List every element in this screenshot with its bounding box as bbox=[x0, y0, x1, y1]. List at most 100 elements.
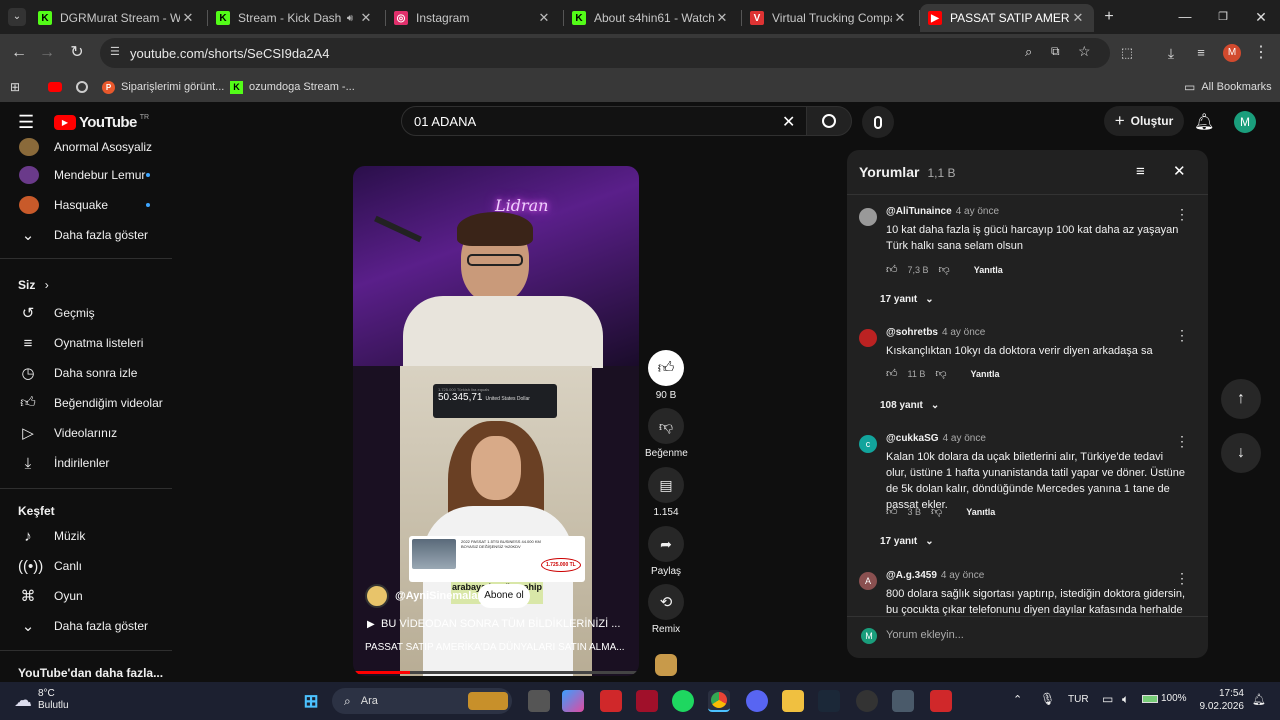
copilot-icon[interactable] bbox=[562, 690, 584, 712]
guide-menu-icon[interactable]: ☰ bbox=[18, 112, 34, 133]
forward-button[interactable]: → bbox=[36, 42, 58, 64]
dislike-comment-icon[interactable]: 👎︎ bbox=[939, 263, 950, 276]
maximize-button[interactable]: ❐ bbox=[1214, 8, 1232, 26]
sound-avatar[interactable] bbox=[655, 654, 677, 676]
commenter-avatar[interactable]: A bbox=[859, 572, 877, 590]
close-tab-icon[interactable]: ✕ bbox=[892, 10, 908, 26]
comment-author[interactable]: @sohretbs 4 ay önce bbox=[886, 327, 985, 338]
extensions-icon[interactable]: ⬚ bbox=[1116, 42, 1138, 64]
video-title[interactable]: PASSAT SATIP AMERİKA'DA DÜNYALARI SATIN … bbox=[365, 642, 625, 653]
search-input[interactable]: 01 ADANA ✕ bbox=[401, 106, 811, 136]
notifications-bell-icon[interactable]: 🔔︎ bbox=[1194, 112, 1214, 132]
you-section-heading[interactable]: Siz › bbox=[18, 278, 49, 292]
show-more-subscriptions[interactable]: ⌄ Daha fazla göster bbox=[0, 220, 172, 250]
reply-button[interactable]: Yanıtla bbox=[971, 369, 1000, 379]
media-control-icon[interactable]: ≡ bbox=[1190, 42, 1212, 64]
sidebar-item-watch-later[interactable]: ◷ Daha sonra izle bbox=[0, 358, 172, 388]
bookmark-star-icon[interactable]: ☆ bbox=[1078, 43, 1091, 60]
browser-tab[interactable]: K Stream - Kick Dashboa🔊︎✕ bbox=[208, 4, 382, 32]
task-view-icon[interactable] bbox=[528, 690, 550, 712]
reload-button[interactable]: ↻ bbox=[66, 42, 88, 64]
profile-avatar[interactable]: M bbox=[1223, 44, 1241, 62]
comment-menu-icon[interactable]: ⋮ bbox=[1175, 206, 1189, 223]
site-info-icon[interactable]: ☰ bbox=[110, 45, 120, 58]
comment-author[interactable]: @A.g.3459 4 ay önce bbox=[886, 570, 984, 581]
obs-icon[interactable] bbox=[856, 690, 878, 712]
channel-handle[interactable]: @AyniSinemalar bbox=[395, 590, 482, 602]
chrome-icon[interactable] bbox=[708, 690, 730, 712]
file-explorer-icon[interactable] bbox=[782, 690, 804, 712]
close-tab-icon[interactable]: ✕ bbox=[714, 10, 730, 26]
start-icon[interactable]: ⊞ bbox=[300, 690, 322, 712]
url-field[interactable]: ☰ youtube.com/shorts/SeCSI9da2A4 ⌕ ⧉ ☆ bbox=[100, 38, 1110, 68]
reply-button[interactable]: Yanıtla bbox=[974, 265, 1003, 275]
voice-search-button[interactable] bbox=[862, 106, 894, 138]
app-icon-red[interactable] bbox=[600, 690, 622, 712]
show-more-explore[interactable]: ⌄ Daha fazla göster bbox=[0, 611, 172, 641]
weather-widget[interactable]: ☁ 8°C Bulutlu bbox=[14, 688, 69, 712]
browser-tab[interactable]: K About s4hin61 - Watch Liv✕ bbox=[564, 4, 738, 32]
app-icon-vpn[interactable] bbox=[636, 690, 658, 712]
search-button[interactable] bbox=[806, 106, 852, 136]
microphone-icon[interactable]: 🎙︎ bbox=[1040, 692, 1055, 706]
clear-search-icon[interactable]: ✕ bbox=[782, 112, 795, 132]
close-tab-icon[interactable]: ✕ bbox=[358, 10, 374, 26]
sidebar-item-history[interactable]: ↺ Geçmiş bbox=[0, 298, 172, 328]
commenter-avatar[interactable] bbox=[859, 208, 877, 226]
sidebar-item-downloads[interactable]: ⤓ İndirilenler bbox=[0, 448, 172, 478]
discord-icon[interactable] bbox=[746, 690, 768, 712]
browser-tab[interactable]: ▶ PASSAT SATIP AMERİK ✕ bbox=[920, 4, 1094, 32]
video-description[interactable]: BU VİDEODAN SONRA TÜM BİLDİKLERİNİZİ ... bbox=[381, 618, 620, 630]
close-window-button[interactable]: ✕ bbox=[1252, 8, 1270, 26]
browser-tab[interactable]: ◎ Instagram ✕ bbox=[386, 4, 560, 32]
youtube-logo[interactable]: ▶ YouTube TR bbox=[54, 114, 149, 131]
audio-playing-icon[interactable]: 🔊︎ bbox=[342, 13, 358, 24]
dislike-comment-icon[interactable]: 👎︎ bbox=[935, 367, 946, 380]
view-replies-button[interactable]: 17 yanıt ⌄ bbox=[880, 294, 934, 305]
youtube-bookmark-icon[interactable] bbox=[48, 78, 62, 96]
language-indicator[interactable]: TUR bbox=[1068, 694, 1089, 705]
sidebar-item-gaming[interactable]: ⌘ Oyun bbox=[0, 581, 172, 611]
like-comment-icon[interactable]: 👍︎ bbox=[886, 505, 898, 518]
bookmark-ozumdoga[interactable]: K ozumdoga Stream -... bbox=[230, 78, 355, 96]
minimize-button[interactable]: — bbox=[1176, 8, 1194, 26]
browser-menu-icon[interactable]: ⋮ bbox=[1250, 42, 1272, 64]
shorts-video-player[interactable]: Lidran 1.725.000 Türkish lira equals 50.… bbox=[353, 166, 639, 676]
spotify-icon[interactable] bbox=[672, 690, 694, 712]
chrome-bookmark-icon[interactable] bbox=[76, 78, 88, 96]
close-tab-icon[interactable]: ✕ bbox=[180, 10, 196, 26]
view-replies-button[interactable]: 108 yanıt ⌄ bbox=[880, 400, 939, 411]
like-comment-icon[interactable]: 👍︎ bbox=[886, 367, 898, 380]
channel-avatar[interactable] bbox=[365, 584, 389, 608]
subscription-item[interactable]: Hasquake bbox=[0, 190, 172, 220]
like-button[interactable]: 👍︎ 90 B bbox=[645, 350, 687, 401]
comment-menu-icon[interactable]: ⋮ bbox=[1175, 433, 1189, 450]
sidebar-item-music[interactable]: ♪ Müzik bbox=[0, 521, 172, 551]
remix-button[interactable]: ⟲ Remix bbox=[645, 584, 687, 635]
sidebar-item-live[interactable]: ((•)) Canlı bbox=[0, 551, 172, 581]
previous-short-button[interactable]: ↑ bbox=[1221, 379, 1261, 419]
account-avatar[interactable]: M bbox=[1234, 111, 1256, 133]
view-replies-button[interactable]: 17 yanıt ⌄ bbox=[880, 536, 934, 547]
add-comment-input[interactable]: Yorum ekleyin... bbox=[886, 629, 964, 641]
tab-search-button[interactable]: ⌄ bbox=[8, 8, 26, 26]
app-icon-red-2[interactable] bbox=[930, 690, 952, 712]
next-short-button[interactable]: ↓ bbox=[1221, 433, 1261, 473]
volume-icon[interactable]: 🔈︎ bbox=[1122, 692, 1129, 707]
comment-author[interactable]: @AliTunaince 4 ay önce bbox=[886, 206, 999, 217]
tray-overflow-icon[interactable]: ⌃ bbox=[1013, 693, 1022, 706]
comment-author[interactable]: @cukkaSG 4 ay önce bbox=[886, 433, 986, 444]
sidebar-item-liked[interactable]: 👍︎ Beğendiğim videolar bbox=[0, 388, 172, 418]
create-button[interactable]: + Oluştur bbox=[1104, 106, 1184, 136]
battery-indicator[interactable]: 100% bbox=[1142, 693, 1187, 704]
sidebar-item-playlists[interactable]: ≡ Oynatma listeleri bbox=[0, 328, 172, 358]
taskbar-search[interactable]: ⌕ Ara bbox=[332, 688, 512, 714]
apps-icon[interactable]: ⊞ bbox=[10, 78, 20, 96]
close-tab-icon[interactable]: ✕ bbox=[536, 10, 552, 26]
comment-menu-icon[interactable]: ⋮ bbox=[1175, 570, 1189, 587]
reply-button[interactable]: Yanıtla bbox=[966, 507, 995, 517]
bookmark-orders[interactable]: P Siparişlerimi görünt... bbox=[102, 78, 224, 96]
dislike-comment-icon[interactable]: 👎︎ bbox=[931, 505, 942, 518]
browser-tab[interactable]: K DGRMurat Stream - Watch✕ bbox=[30, 4, 204, 32]
subscribe-button[interactable]: Abone ol bbox=[478, 584, 530, 608]
